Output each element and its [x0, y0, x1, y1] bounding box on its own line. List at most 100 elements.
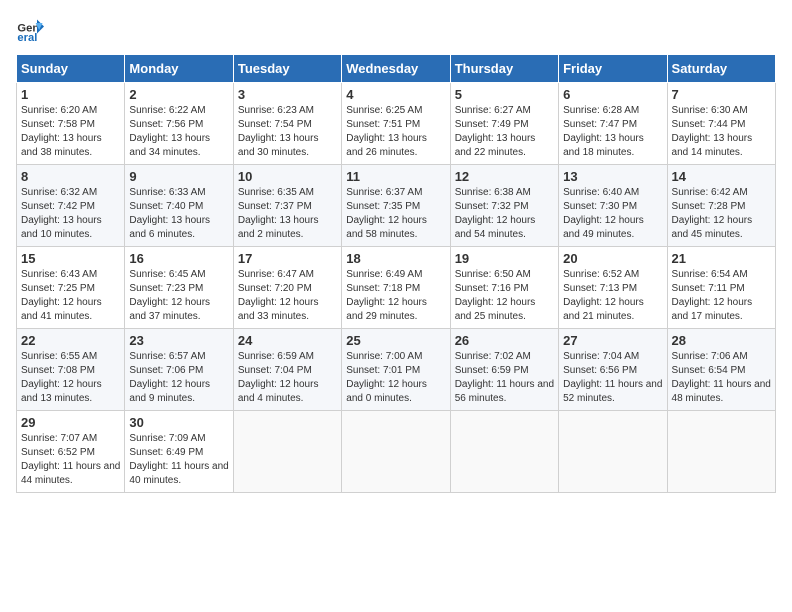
day-number: 19 — [455, 251, 554, 266]
day-info: Sunrise: 6:54 AM Sunset: 7:11 PM Dayligh… — [672, 268, 771, 324]
day-number: 4 — [346, 87, 445, 102]
page-header: Gen eral — [16, 16, 776, 44]
calendar-cell — [559, 411, 667, 493]
day-info: Sunrise: 6:22 AM Sunset: 7:56 PM Dayligh… — [129, 104, 228, 160]
calendar-table: SundayMondayTuesdayWednesdayThursdayFrid… — [16, 54, 776, 493]
day-number: 13 — [563, 169, 662, 184]
calendar-cell: 30 Sunrise: 7:09 AM Sunset: 6:49 PM Dayl… — [125, 411, 233, 493]
calendar-cell: 13 Sunrise: 6:40 AM Sunset: 7:30 PM Dayl… — [559, 165, 667, 247]
day-info: Sunrise: 6:59 AM Sunset: 7:04 PM Dayligh… — [238, 350, 337, 406]
day-info: Sunrise: 6:30 AM Sunset: 7:44 PM Dayligh… — [672, 104, 771, 160]
calendar-week-5: 29 Sunrise: 7:07 AM Sunset: 6:52 PM Dayl… — [17, 411, 776, 493]
day-info: Sunrise: 6:20 AM Sunset: 7:58 PM Dayligh… — [21, 104, 120, 160]
day-number: 3 — [238, 87, 337, 102]
calendar-cell: 21 Sunrise: 6:54 AM Sunset: 7:11 PM Dayl… — [667, 247, 775, 329]
day-info: Sunrise: 6:43 AM Sunset: 7:25 PM Dayligh… — [21, 268, 120, 324]
calendar-cell — [233, 411, 341, 493]
day-info: Sunrise: 6:47 AM Sunset: 7:20 PM Dayligh… — [238, 268, 337, 324]
day-info: Sunrise: 6:57 AM Sunset: 7:06 PM Dayligh… — [129, 350, 228, 406]
calendar-cell: 19 Sunrise: 6:50 AM Sunset: 7:16 PM Dayl… — [450, 247, 558, 329]
day-info: Sunrise: 7:09 AM Sunset: 6:49 PM Dayligh… — [129, 432, 228, 488]
day-info: Sunrise: 6:38 AM Sunset: 7:32 PM Dayligh… — [455, 186, 554, 242]
calendar-cell: 10 Sunrise: 6:35 AM Sunset: 7:37 PM Dayl… — [233, 165, 341, 247]
day-number: 16 — [129, 251, 228, 266]
day-number: 23 — [129, 333, 228, 348]
calendar-cell: 5 Sunrise: 6:27 AM Sunset: 7:49 PM Dayli… — [450, 83, 558, 165]
day-number: 18 — [346, 251, 445, 266]
calendar-cell: 26 Sunrise: 7:02 AM Sunset: 6:59 PM Dayl… — [450, 329, 558, 411]
day-number: 8 — [21, 169, 120, 184]
day-info: Sunrise: 6:25 AM Sunset: 7:51 PM Dayligh… — [346, 104, 445, 160]
column-header-sunday: Sunday — [17, 55, 125, 83]
day-number: 21 — [672, 251, 771, 266]
day-info: Sunrise: 6:23 AM Sunset: 7:54 PM Dayligh… — [238, 104, 337, 160]
calendar-cell: 17 Sunrise: 6:47 AM Sunset: 7:20 PM Dayl… — [233, 247, 341, 329]
day-number: 29 — [21, 415, 120, 430]
calendar-cell: 15 Sunrise: 6:43 AM Sunset: 7:25 PM Dayl… — [17, 247, 125, 329]
calendar-week-4: 22 Sunrise: 6:55 AM Sunset: 7:08 PM Dayl… — [17, 329, 776, 411]
calendar-cell: 9 Sunrise: 6:33 AM Sunset: 7:40 PM Dayli… — [125, 165, 233, 247]
day-number: 27 — [563, 333, 662, 348]
calendar-cell: 24 Sunrise: 6:59 AM Sunset: 7:04 PM Dayl… — [233, 329, 341, 411]
day-number: 1 — [21, 87, 120, 102]
day-info: Sunrise: 6:49 AM Sunset: 7:18 PM Dayligh… — [346, 268, 445, 324]
calendar-cell: 25 Sunrise: 7:00 AM Sunset: 7:01 PM Dayl… — [342, 329, 450, 411]
day-info: Sunrise: 6:40 AM Sunset: 7:30 PM Dayligh… — [563, 186, 662, 242]
calendar-cell: 12 Sunrise: 6:38 AM Sunset: 7:32 PM Dayl… — [450, 165, 558, 247]
day-number: 17 — [238, 251, 337, 266]
day-number: 11 — [346, 169, 445, 184]
day-number: 9 — [129, 169, 228, 184]
day-info: Sunrise: 6:27 AM Sunset: 7:49 PM Dayligh… — [455, 104, 554, 160]
day-number: 24 — [238, 333, 337, 348]
calendar-cell: 27 Sunrise: 7:04 AM Sunset: 6:56 PM Dayl… — [559, 329, 667, 411]
day-info: Sunrise: 7:02 AM Sunset: 6:59 PM Dayligh… — [455, 350, 554, 406]
day-number: 14 — [672, 169, 771, 184]
day-info: Sunrise: 6:33 AM Sunset: 7:40 PM Dayligh… — [129, 186, 228, 242]
day-number: 6 — [563, 87, 662, 102]
calendar-cell: 8 Sunrise: 6:32 AM Sunset: 7:42 PM Dayli… — [17, 165, 125, 247]
calendar-cell — [450, 411, 558, 493]
column-header-friday: Friday — [559, 55, 667, 83]
day-number: 12 — [455, 169, 554, 184]
day-info: Sunrise: 6:55 AM Sunset: 7:08 PM Dayligh… — [21, 350, 120, 406]
day-info: Sunrise: 6:28 AM Sunset: 7:47 PM Dayligh… — [563, 104, 662, 160]
day-number: 7 — [672, 87, 771, 102]
column-header-thursday: Thursday — [450, 55, 558, 83]
day-number: 5 — [455, 87, 554, 102]
day-number: 28 — [672, 333, 771, 348]
column-header-tuesday: Tuesday — [233, 55, 341, 83]
calendar-cell: 4 Sunrise: 6:25 AM Sunset: 7:51 PM Dayli… — [342, 83, 450, 165]
day-info: Sunrise: 7:06 AM Sunset: 6:54 PM Dayligh… — [672, 350, 771, 406]
column-header-saturday: Saturday — [667, 55, 775, 83]
calendar-cell: 23 Sunrise: 6:57 AM Sunset: 7:06 PM Dayl… — [125, 329, 233, 411]
calendar-cell: 18 Sunrise: 6:49 AM Sunset: 7:18 PM Dayl… — [342, 247, 450, 329]
day-number: 10 — [238, 169, 337, 184]
day-number: 26 — [455, 333, 554, 348]
day-number: 2 — [129, 87, 228, 102]
calendar-cell — [342, 411, 450, 493]
calendar-week-2: 8 Sunrise: 6:32 AM Sunset: 7:42 PM Dayli… — [17, 165, 776, 247]
calendar-cell: 16 Sunrise: 6:45 AM Sunset: 7:23 PM Dayl… — [125, 247, 233, 329]
column-header-wednesday: Wednesday — [342, 55, 450, 83]
day-info: Sunrise: 6:42 AM Sunset: 7:28 PM Dayligh… — [672, 186, 771, 242]
calendar-cell: 3 Sunrise: 6:23 AM Sunset: 7:54 PM Dayli… — [233, 83, 341, 165]
day-info: Sunrise: 6:37 AM Sunset: 7:35 PM Dayligh… — [346, 186, 445, 242]
calendar-week-3: 15 Sunrise: 6:43 AM Sunset: 7:25 PM Dayl… — [17, 247, 776, 329]
calendar-cell: 29 Sunrise: 7:07 AM Sunset: 6:52 PM Dayl… — [17, 411, 125, 493]
day-number: 22 — [21, 333, 120, 348]
calendar-cell: 22 Sunrise: 6:55 AM Sunset: 7:08 PM Dayl… — [17, 329, 125, 411]
calendar-cell: 20 Sunrise: 6:52 AM Sunset: 7:13 PM Dayl… — [559, 247, 667, 329]
logo-icon: Gen eral — [16, 16, 44, 44]
day-info: Sunrise: 7:00 AM Sunset: 7:01 PM Dayligh… — [346, 350, 445, 406]
calendar-cell: 6 Sunrise: 6:28 AM Sunset: 7:47 PM Dayli… — [559, 83, 667, 165]
svg-text:eral: eral — [17, 32, 37, 44]
logo: Gen eral — [16, 16, 48, 44]
calendar-cell: 11 Sunrise: 6:37 AM Sunset: 7:35 PM Dayl… — [342, 165, 450, 247]
calendar-cell: 1 Sunrise: 6:20 AM Sunset: 7:58 PM Dayli… — [17, 83, 125, 165]
day-number: 25 — [346, 333, 445, 348]
calendar-cell: 7 Sunrise: 6:30 AM Sunset: 7:44 PM Dayli… — [667, 83, 775, 165]
day-info: Sunrise: 7:04 AM Sunset: 6:56 PM Dayligh… — [563, 350, 662, 406]
calendar-cell: 2 Sunrise: 6:22 AM Sunset: 7:56 PM Dayli… — [125, 83, 233, 165]
column-header-monday: Monday — [125, 55, 233, 83]
day-number: 15 — [21, 251, 120, 266]
